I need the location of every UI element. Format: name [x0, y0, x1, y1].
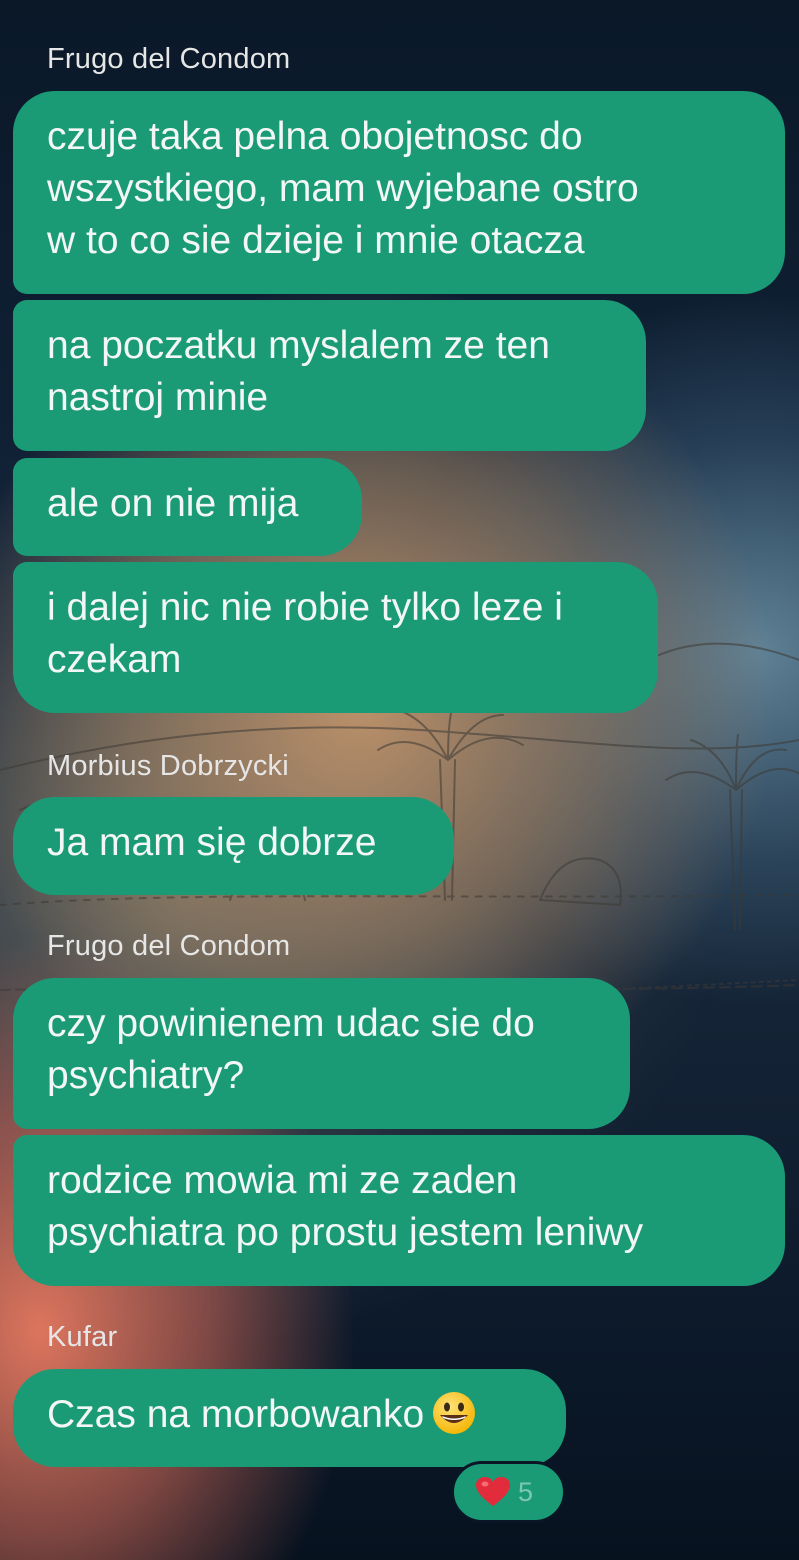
- message-text: czekam: [47, 638, 182, 681]
- reaction-badge[interactable]: 5: [451, 1461, 566, 1523]
- message-text: Czas na morbowanko: [47, 1393, 425, 1436]
- message-text: psychiatra po prostu jestem leniwy: [47, 1211, 644, 1254]
- message-text: wszystkiego, mam wyjebane ostro: [47, 167, 639, 210]
- message-text: rodzice mowia mi ze zaden: [47, 1159, 518, 1202]
- message-text: czuje taka pelna obojetnosc do: [47, 115, 583, 158]
- message-bubble[interactable]: czuje taka pelna obojetnosc do wszystkie…: [13, 91, 785, 294]
- message-text: w to co sie dzieje i mnie otacza: [47, 219, 585, 262]
- message-bubble[interactable]: i dalej nic nie robie tylko leze i czeka…: [13, 562, 658, 713]
- message-bubble[interactable]: czy powinienem udac sie do psychiatry?: [13, 978, 630, 1129]
- message-bubble[interactable]: Czas na morbowanko: [13, 1369, 566, 1467]
- sender-name: Frugo del Condom: [47, 930, 291, 962]
- message-text: ale on nie mija: [47, 482, 299, 525]
- message-text: czy powinienem udac sie do: [47, 1002, 535, 1045]
- message-bubble[interactable]: rodzice mowia mi ze zaden psychiatra po …: [13, 1135, 785, 1286]
- message-text: na poczatku myslalem ze ten: [47, 324, 550, 367]
- message-bubble[interactable]: na poczatku myslalem ze ten nastroj mini…: [13, 300, 646, 451]
- message-text: psychiatry?: [47, 1054, 245, 1097]
- message-text: Ja mam się dobrze: [47, 821, 377, 864]
- sender-name: Morbius Dobrzycki: [47, 750, 289, 782]
- sender-name: Frugo del Condom: [47, 43, 291, 75]
- grinning-face-emoji-icon: [433, 1392, 476, 1434]
- message-bubble[interactable]: Ja mam się dobrze: [13, 797, 454, 895]
- reaction-count: 5: [518, 1476, 534, 1507]
- sender-name: Kufar: [47, 1321, 118, 1353]
- heart-icon: [476, 1477, 510, 1506]
- message-text: i dalej nic nie robie tylko leze i: [47, 586, 563, 629]
- message-bubble[interactable]: ale on nie mija: [13, 458, 362, 556]
- message-text: nastroj minie: [47, 376, 269, 419]
